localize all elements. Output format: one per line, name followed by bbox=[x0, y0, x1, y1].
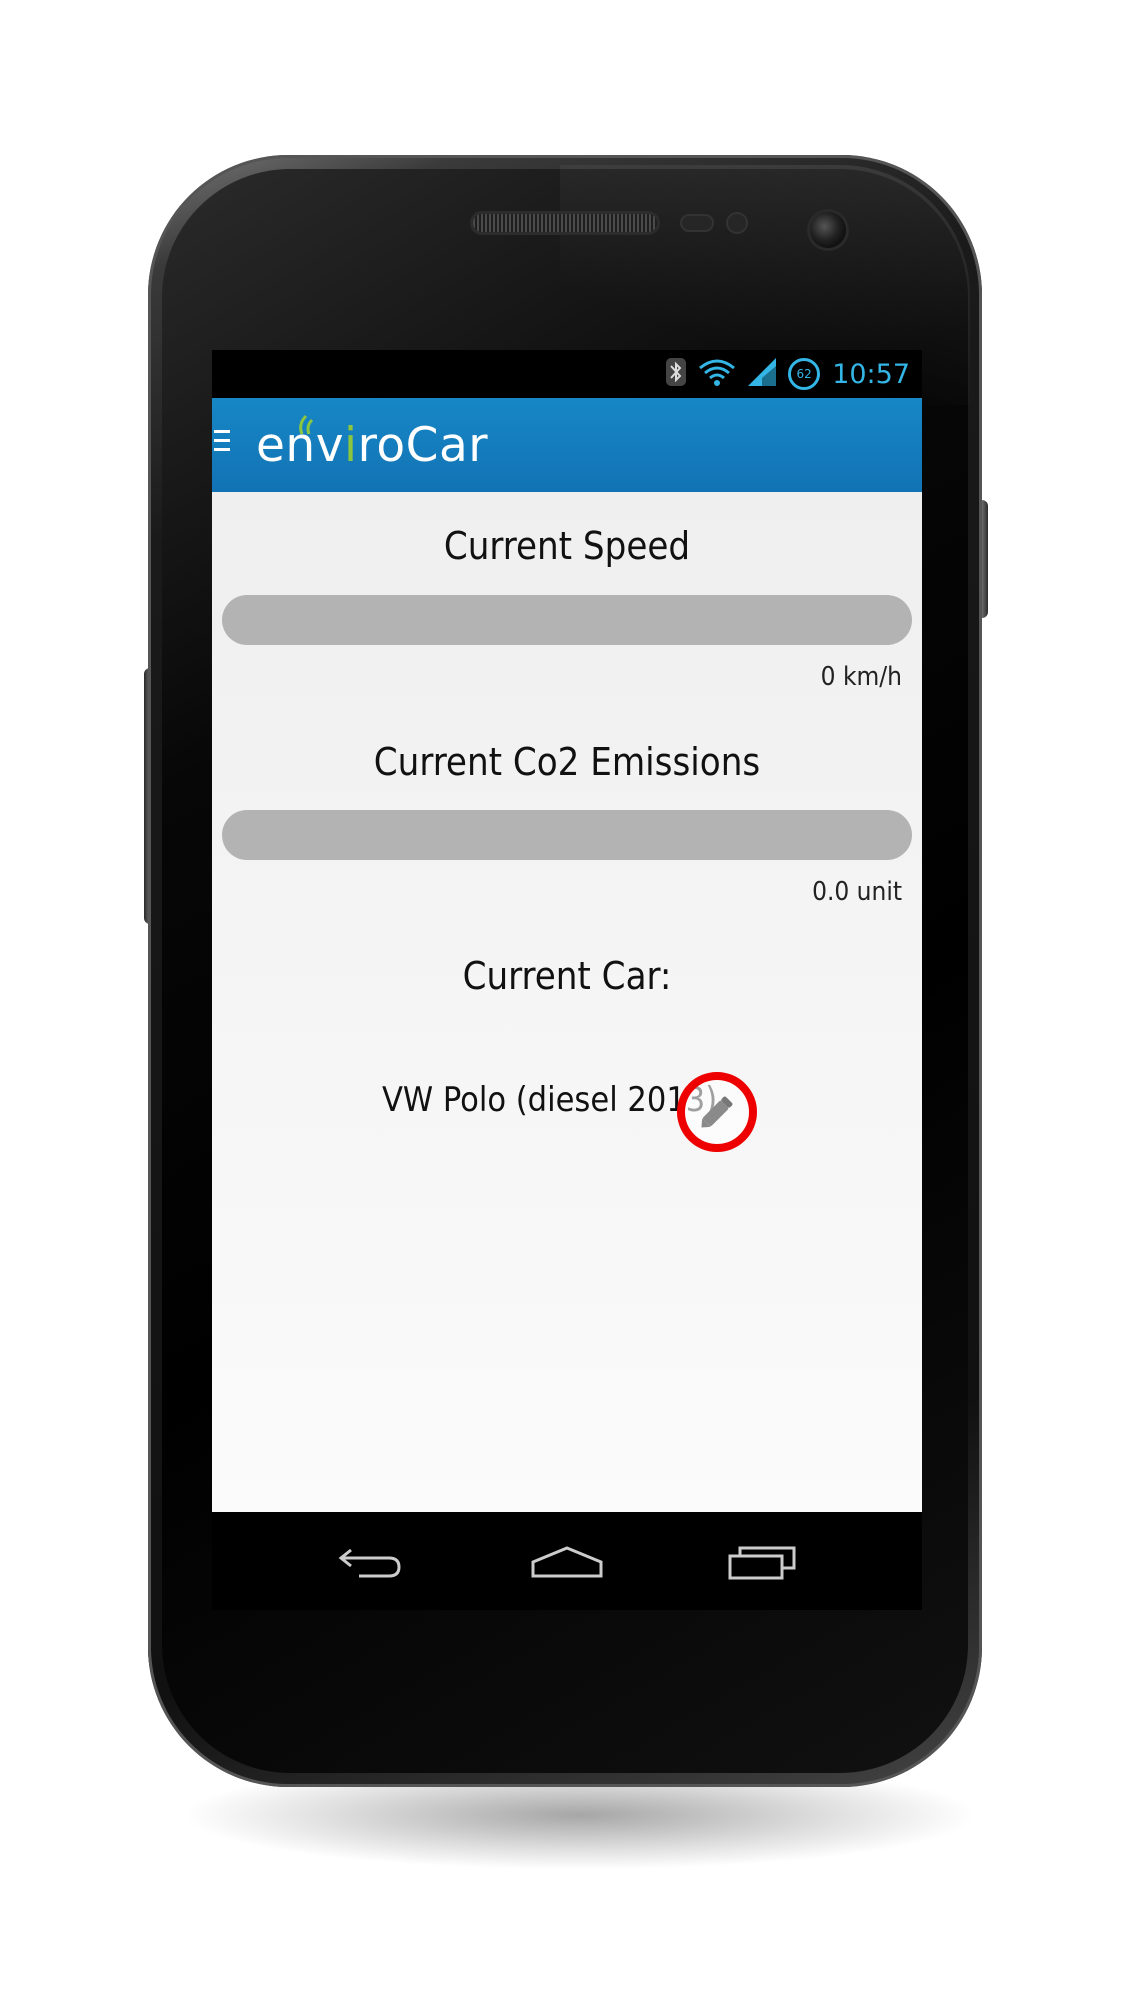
back-button[interactable] bbox=[327, 1532, 417, 1592]
logo-text-end: roCar bbox=[357, 418, 489, 473]
co2-value: 0.0 unit bbox=[812, 877, 902, 907]
speed-title: Current Speed bbox=[443, 524, 691, 568]
action-bar: enviroCar bbox=[212, 398, 922, 492]
co2-bar bbox=[222, 810, 912, 860]
signal-icon bbox=[748, 358, 777, 390]
pencil-icon bbox=[701, 1096, 733, 1128]
light-sensor bbox=[728, 214, 746, 232]
back-icon bbox=[338, 1548, 401, 1578]
dashboard: Current Speed 0 km/h Current Co2 Emissio… bbox=[212, 492, 922, 1512]
battery-level: 62 bbox=[796, 367, 812, 381]
battery-icon: 62 bbox=[788, 358, 821, 390]
clock: 10:57 bbox=[832, 358, 910, 390]
proximity-sensor bbox=[682, 216, 712, 230]
speed-value: 0 km/h bbox=[820, 662, 902, 692]
wifi-icon bbox=[698, 358, 736, 390]
hamburger-menu-icon[interactable] bbox=[214, 430, 230, 454]
logo-text-i: i bbox=[344, 418, 358, 473]
front-camera bbox=[810, 212, 846, 248]
co2-title: Current Co2 Emissions bbox=[373, 740, 761, 784]
recent-apps-button[interactable] bbox=[717, 1532, 807, 1592]
home-icon bbox=[531, 1546, 603, 1578]
car-name: VW Polo (diesel 2013) bbox=[382, 1080, 718, 1120]
navigation-bar bbox=[212, 1512, 922, 1610]
current-car-row: VW Polo (diesel 2013) bbox=[212, 1072, 922, 1152]
speed-bar bbox=[222, 595, 912, 645]
logo-signal-icon bbox=[299, 414, 314, 435]
recent-apps-icon bbox=[728, 1546, 796, 1580]
edit-car-button[interactable] bbox=[677, 1072, 757, 1152]
bluetooth-icon bbox=[666, 358, 687, 390]
home-button[interactable] bbox=[522, 1532, 612, 1592]
screen: 62 10:57 enviroCar Current Speed 0 km/h … bbox=[212, 350, 922, 1610]
app-logo[interactable]: enviroCar bbox=[256, 418, 488, 478]
car-title: Current Car: bbox=[462, 954, 672, 998]
status-icons: 62 10:57 bbox=[666, 350, 910, 398]
earpiece-speaker bbox=[473, 214, 657, 232]
status-bar: 62 10:57 bbox=[212, 350, 922, 398]
